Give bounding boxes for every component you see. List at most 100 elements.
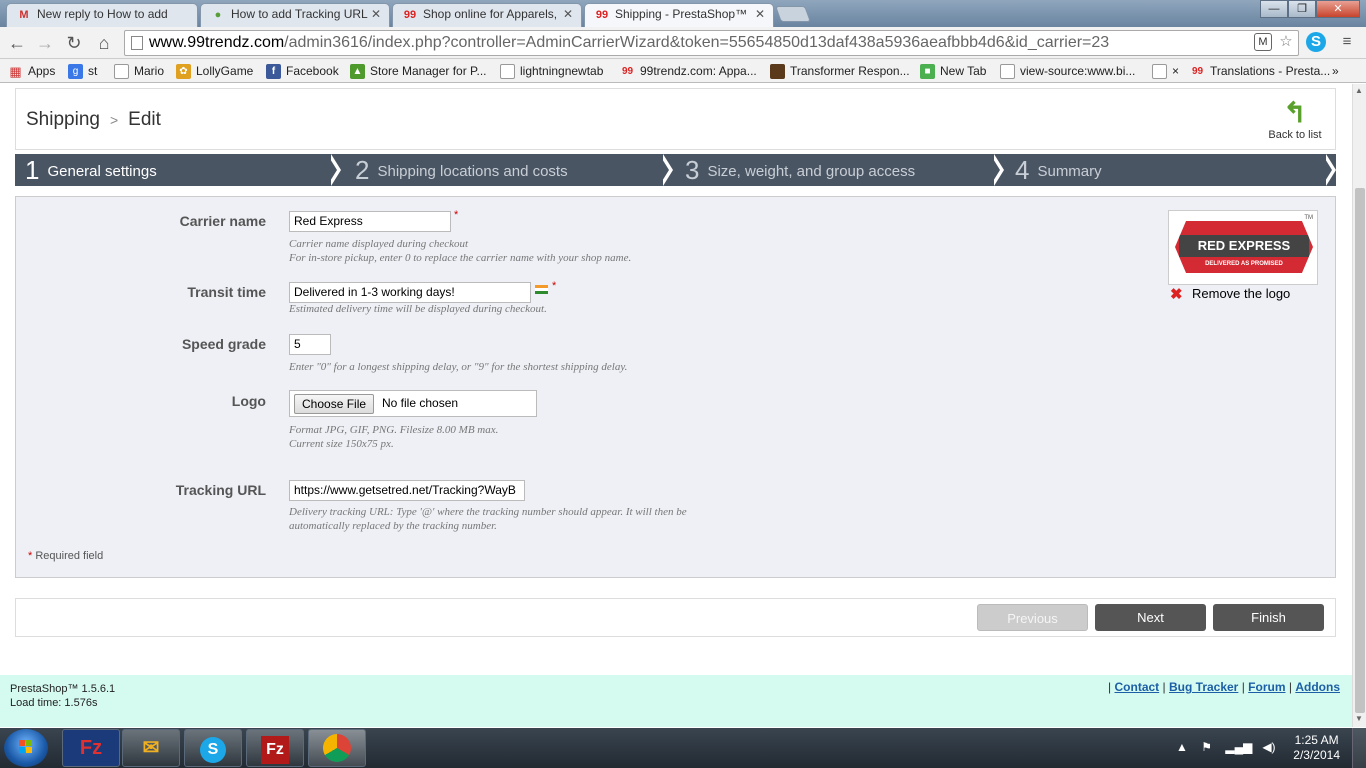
address-bar[interactable]: www.99trendz.com/admin3616/index.php?con… [124, 30, 1299, 56]
reload-icon[interactable]: ↻ [63, 32, 85, 54]
contact-link[interactable]: Contact [1115, 680, 1160, 694]
gmail-icon: M [19, 9, 29, 21]
choose-file-button[interactable]: Choose File [294, 394, 375, 414]
bookmark-label: LollyGame [196, 64, 254, 78]
forum-link[interactable]: Forum [1248, 680, 1285, 694]
browser-tab-shop[interactable]: 99 Shop online for Apparels, ✕ [392, 3, 582, 27]
previous-button[interactable]: Previous [977, 604, 1088, 631]
back-arrow-icon[interactable]: ← [6, 32, 28, 54]
bookmark-new-tab[interactable]: ■ New Tab [920, 62, 986, 80]
step-divider [990, 154, 1000, 186]
scroll-up-icon[interactable]: ▲ [1355, 86, 1363, 95]
filezilla-server-taskbar-icon[interactable]: Fz [246, 729, 304, 767]
bookmark-x[interactable]: × [1152, 62, 1179, 80]
volume-icon[interactable]: ◀) [1262, 740, 1275, 754]
bug-tracker-link[interactable]: Bug Tracker [1169, 680, 1238, 694]
close-window-button[interactable]: ✕ [1316, 0, 1360, 18]
bookmark-store-manager[interactable]: ▲ Store Manager for P... [350, 62, 487, 80]
step-shipping-locations[interactable]: 2 Shipping locations and costs [355, 154, 568, 186]
chrome-taskbar-icon[interactable] [308, 729, 366, 767]
home-icon[interactable]: ⌂ [93, 32, 115, 54]
new-tab-button[interactable] [775, 6, 811, 22]
bookmark-star-icon[interactable]: ☆ [1275, 31, 1297, 53]
speed-grade-input[interactable]: 5 [289, 334, 331, 355]
menu-icon[interactable]: ≡ [1336, 31, 1358, 53]
url-path: /admin3616/index.php?controller=AdminCar… [284, 34, 1110, 51]
apps-grid-icon: ▦ [9, 64, 22, 79]
extension-icon[interactable]: M [1254, 33, 1272, 51]
skype-extension-icon[interactable]: S [1306, 32, 1326, 52]
step-general-settings[interactable]: 1 General settings [25, 154, 157, 186]
taskbar-clock[interactable]: 1:25 AM 2/3/2014 [1293, 733, 1340, 763]
maximize-button[interactable]: ❐ [1288, 0, 1316, 18]
bookmark-st[interactable]: g st [68, 62, 97, 80]
addons-link[interactable]: Addons [1295, 680, 1340, 694]
99trendz-icon: 99 [1191, 66, 1204, 77]
minimize-button[interactable]: — [1260, 0, 1288, 18]
hint-line: Current size 150x75 px. [289, 438, 394, 450]
bookmark-mario[interactable]: Mario [114, 62, 164, 80]
logo-file-input[interactable]: Choose File No file chosen [289, 390, 537, 417]
page-header: Shipping > Edit ↰ Back to list [15, 88, 1336, 150]
bookmark-lightningnewtab[interactable]: lightningnewtab [500, 62, 603, 80]
forward-arrow-icon[interactable]: → [34, 32, 56, 54]
bookmark-view-source[interactable]: view-source:www.bi... [1000, 62, 1135, 80]
99trendz-icon: 99 [403, 9, 417, 21]
scrollbar-thumb[interactable] [1355, 188, 1365, 713]
skype-taskbar-icon[interactable]: S [184, 729, 242, 767]
tracking-url-input[interactable]: https://www.getsetred.net/Tracking?WayB [289, 480, 525, 501]
show-desktop-button[interactable] [1352, 728, 1366, 768]
more-bookmarks-button[interactable]: » [1332, 62, 1339, 80]
bookmark-99trendz[interactable]: 99 99trendz.com: Appa... [620, 62, 757, 80]
load-time-text: Load time: 1.576s [10, 697, 98, 709]
clock-time: 1:25 AM [1294, 733, 1339, 747]
browser-tab-gmail[interactable]: M New reply to How to add [6, 3, 198, 27]
bookmark-facebook[interactable]: f Facebook [266, 62, 339, 80]
carrier-name-label: Carrier name [179, 213, 266, 229]
filezilla-taskbar-icon[interactable]: Fz [62, 729, 120, 767]
close-tab-icon[interactable]: ✕ [371, 4, 381, 25]
bookmark-apps[interactable]: ▦ Apps [8, 62, 55, 80]
breadcrumb-shipping[interactable]: Shipping [26, 109, 100, 130]
bookmark-label: Translations - Presta... [1210, 64, 1331, 78]
browser-tab-forum[interactable]: ● How to add Tracking URL ✕ [200, 3, 390, 27]
step-size-weight[interactable]: 3 Size, weight, and group access [685, 154, 915, 186]
step-summary[interactable]: 4 Summary [1015, 154, 1102, 186]
start-button[interactable] [4, 729, 48, 767]
scroll-down-icon[interactable]: ▼ [1355, 714, 1363, 723]
action-center-icon[interactable]: ⚑ [1201, 740, 1212, 754]
back-to-list-button[interactable]: ↰ Back to list [1267, 97, 1323, 141]
required-star: * [552, 280, 557, 292]
show-hidden-icons-icon[interactable]: ▲ [1176, 740, 1188, 754]
finish-button[interactable]: Finish [1213, 604, 1324, 631]
page-scrollbar[interactable]: ▲ ▼ [1352, 84, 1366, 727]
network-icon[interactable]: ▂▄▆ [1225, 740, 1252, 754]
carrier-logo: RED EXPRESS DELIVERED AS PROMISED TM [1168, 210, 1318, 285]
step-number: 1 [25, 155, 40, 185]
link-separator: | [1288, 680, 1292, 694]
windows-logo-icon [19, 740, 33, 754]
next-button[interactable]: Next [1095, 604, 1206, 631]
bookmark-translations[interactable]: 99 Translations - Presta... [1190, 62, 1330, 80]
bookmark-label: Apps [28, 64, 56, 78]
delete-icon: ✖ [1170, 286, 1183, 303]
bookmark-label: st [88, 64, 98, 78]
browser-tab-shipping[interactable]: 99 Shipping - PrestaShop™ ✕ [584, 3, 774, 27]
bookmark-transformer[interactable]: Transformer Respon... [770, 62, 910, 80]
step-label: Shipping locations and costs [377, 163, 568, 180]
india-flag-icon[interactable] [535, 285, 548, 294]
carrier-name-input[interactable]: Red Express [289, 211, 451, 232]
close-tab-icon[interactable]: ✕ [563, 4, 573, 25]
bookmark-lollygame[interactable]: ✿ LollyGame [176, 62, 253, 80]
outlook-taskbar-icon[interactable]: ✉ [122, 729, 180, 767]
transit-time-input[interactable]: Delivered in 1-3 working days! [289, 282, 531, 303]
browser-tab-strip: M New reply to How to add ● How to add T… [0, 0, 1366, 27]
bookmark-label: lightningnewtab [520, 64, 604, 78]
tab-label: Shop online for Apparels, [423, 7, 558, 21]
prestashop-forum-icon: ● [214, 9, 222, 21]
remove-logo-link[interactable]: ✖ Remove the logo [1170, 286, 1290, 303]
page-icon [1152, 64, 1167, 79]
close-tab-icon[interactable]: ✕ [755, 4, 765, 25]
windows-taskbar: Fz ✉ S Fz ▲ ⚑ ▂▄▆ ◀) 1:25 AM 2/3/2014 [0, 728, 1366, 768]
step-number: 4 [1015, 155, 1030, 185]
